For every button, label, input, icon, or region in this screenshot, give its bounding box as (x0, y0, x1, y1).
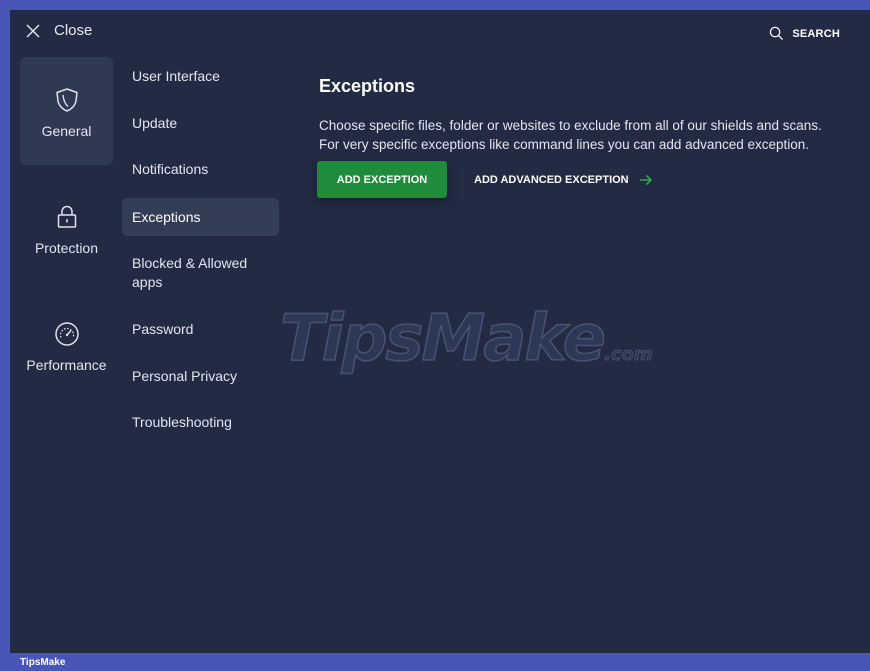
lock-icon (57, 205, 76, 228)
description-line-2: For very specific exceptions like comman… (319, 137, 810, 152)
shield-icon (55, 88, 78, 112)
category-label: Performance (26, 357, 107, 373)
add-advanced-exception-label: ADD ADVANCED EXCEPTION (474, 173, 629, 186)
category-general[interactable]: General (20, 57, 113, 165)
settings-window: Close SEARCH General Protection Performa… (10, 10, 870, 653)
category-performance[interactable]: Performance (20, 317, 113, 387)
subnav-item-exceptions[interactable]: Exceptions (122, 198, 279, 236)
exceptions-panel: Exceptions Choose specific files, folder… (317, 76, 859, 198)
subnav-item-blocked-allowed-apps[interactable]: Blocked & Allowed apps (122, 254, 272, 292)
page-title: Exceptions (319, 76, 416, 96)
close-button[interactable]: Close (26, 22, 92, 39)
search-button[interactable]: SEARCH (769, 26, 840, 41)
subnav-item-personal-privacy[interactable]: Personal Privacy (122, 367, 279, 386)
arrow-right-icon (639, 174, 652, 185)
category-label: Protection (34, 240, 99, 256)
close-label: Close (54, 22, 93, 39)
search-label: SEARCH (792, 27, 840, 40)
speedometer-icon (54, 322, 79, 346)
exception-actions: ADD EXCEPTION ADD ADVANCED EXCEPTION (317, 161, 653, 198)
subnav-item-troubleshooting[interactable]: Troubleshooting (122, 413, 279, 432)
search-icon (770, 26, 784, 41)
watermark-suffix: .com (604, 344, 653, 366)
description-line-1: Choose specific files, folder or website… (319, 118, 822, 133)
category-protection[interactable]: Protection (20, 200, 113, 270)
watermark-text: TipsMake (279, 301, 607, 377)
subnav-item-notifications[interactable]: Notifications (122, 160, 279, 179)
footer-label: TipsMake (20, 657, 66, 668)
add-exception-button[interactable]: ADD EXCEPTION (317, 161, 447, 198)
subnav-item-password[interactable]: Password (122, 320, 279, 339)
add-advanced-exception-button[interactable]: ADD ADVANCED EXCEPTION (474, 174, 653, 186)
subnav-item-update[interactable]: Update (122, 114, 279, 133)
tipsmake-watermark-logo: TipsMake.com (279, 301, 653, 377)
subnav-item-user-interface[interactable]: User Interface (122, 67, 279, 86)
category-label: General (41, 123, 92, 139)
close-icon (26, 24, 40, 37)
top-bar: Close SEARCH (10, 10, 870, 54)
